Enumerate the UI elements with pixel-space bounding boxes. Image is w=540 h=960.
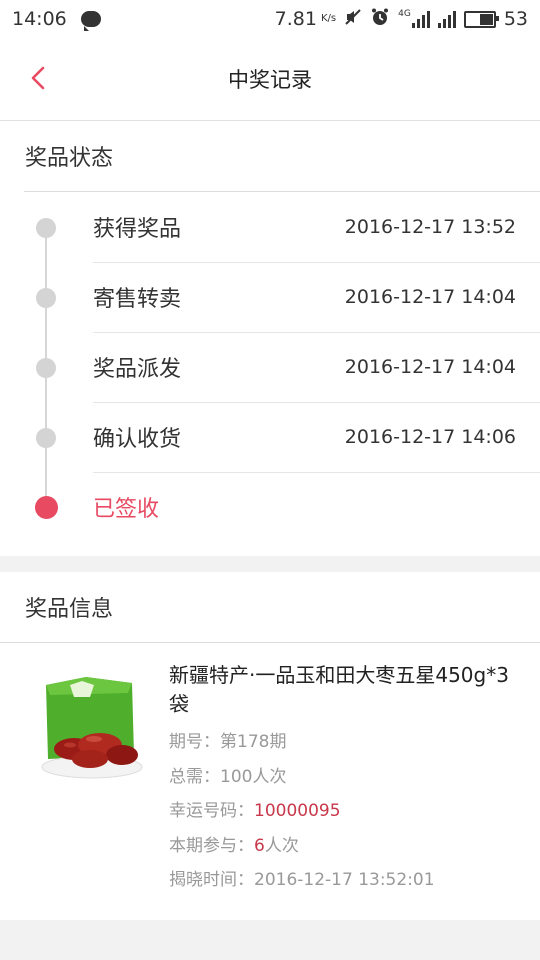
- step-dot-active: [35, 496, 58, 519]
- timeline-step: 奖品派发 2016-12-17 14:04: [0, 332, 540, 403]
- network-speed-unit: K/s: [320, 13, 337, 24]
- timeline-step: 获得奖品 2016-12-17 13:52: [0, 192, 540, 263]
- product-image: [24, 667, 164, 787]
- step-time: 2016-12-17 14:04: [344, 355, 516, 378]
- joined-count: 6: [254, 835, 265, 856]
- chevron-left-icon[interactable]: [26, 64, 54, 92]
- network-type: 4G: [398, 9, 411, 19]
- lucky-number-label: 幸运号码：: [169, 801, 254, 821]
- period-row: 期号：第178期: [169, 725, 516, 760]
- page-title: 中奖记录: [228, 68, 312, 92]
- joined-label: 本期参与：: [169, 835, 254, 856]
- step-time: 2016-12-17 14:04: [344, 285, 516, 308]
- status-timeline: 获得奖品 2016-12-17 13:52 寄售转卖 2016-12-17 14…: [0, 192, 540, 542]
- timeline-step: 确认收货 2016-12-17 14:06: [0, 402, 540, 473]
- step-label: 确认收货: [93, 426, 182, 452]
- nav-bar: 中奖记录: [0, 38, 540, 121]
- total-value: 100人次: [220, 766, 287, 787]
- lucky-number-value: 10000095: [254, 801, 341, 821]
- reveal-time-value: 2016-12-17 13:52:01: [254, 870, 435, 890]
- timeline-step: 寄售转卖 2016-12-17 14:04: [0, 262, 540, 333]
- step-dot: [36, 218, 56, 238]
- prize-info-section: 奖品信息 新疆特产·一品玉和田大枣五星450g*3袋 期号：第178期 总需：1…: [0, 572, 540, 921]
- step-label: 获得奖品: [93, 216, 182, 242]
- product-card[interactable]: 新疆特产·一品玉和田大枣五星450g*3袋 期号：第178期 总需：100人次 …: [0, 643, 540, 920]
- prize-status-section: 奖品状态 获得奖品 2016-12-17 13:52 寄售转卖 2016-12-…: [0, 121, 540, 556]
- product-title: 新疆特产·一品玉和田大枣五星450g*3袋: [169, 663, 509, 716]
- status-bar: 14:06 7.81 K/s 4G 53: [0, 0, 540, 38]
- timeline-step-current: 已签收: [0, 472, 540, 542]
- step-time: 2016-12-17 13:52: [344, 215, 516, 238]
- prize-status-title: 奖品状态: [24, 121, 540, 192]
- period-label: 期号：: [169, 732, 220, 752]
- network-speed: 7.81: [274, 8, 317, 30]
- step-label: 奖品派发: [93, 356, 182, 382]
- step-dot: [36, 288, 56, 308]
- prize-info-title: 奖品信息: [0, 572, 540, 643]
- reveal-time-row: 揭晓时间：2016-12-17 13:52:01: [169, 863, 516, 898]
- lucky-number-row: 幸运号码：10000095: [169, 794, 516, 829]
- reveal-time-label: 揭晓时间：: [169, 870, 254, 890]
- signal-4g-icon: 4G: [398, 10, 430, 28]
- status-time: 14:06: [12, 8, 67, 30]
- battery-fill: [479, 13, 493, 25]
- period-value: 第178期: [220, 732, 287, 752]
- total-label: 总需：: [169, 766, 220, 787]
- alarm-icon: [370, 7, 390, 32]
- step-dot: [36, 358, 56, 378]
- total-row: 总需：100人次: [169, 760, 516, 795]
- joined-row: 本期参与：6人次: [169, 829, 516, 864]
- step-label-current: 已签收: [93, 497, 160, 522]
- battery-icon: [463, 10, 499, 28]
- signal-icon: [437, 10, 456, 28]
- chat-icon: [80, 11, 101, 31]
- battery-percent: 53: [503, 8, 528, 30]
- step-dot: [36, 428, 56, 448]
- section-gap: [0, 556, 540, 572]
- joined-unit: 人次: [264, 835, 299, 856]
- mute-icon: [344, 8, 362, 31]
- step-label: 寄售转卖: [93, 286, 182, 312]
- step-time: 2016-12-17 14:06: [344, 425, 516, 448]
